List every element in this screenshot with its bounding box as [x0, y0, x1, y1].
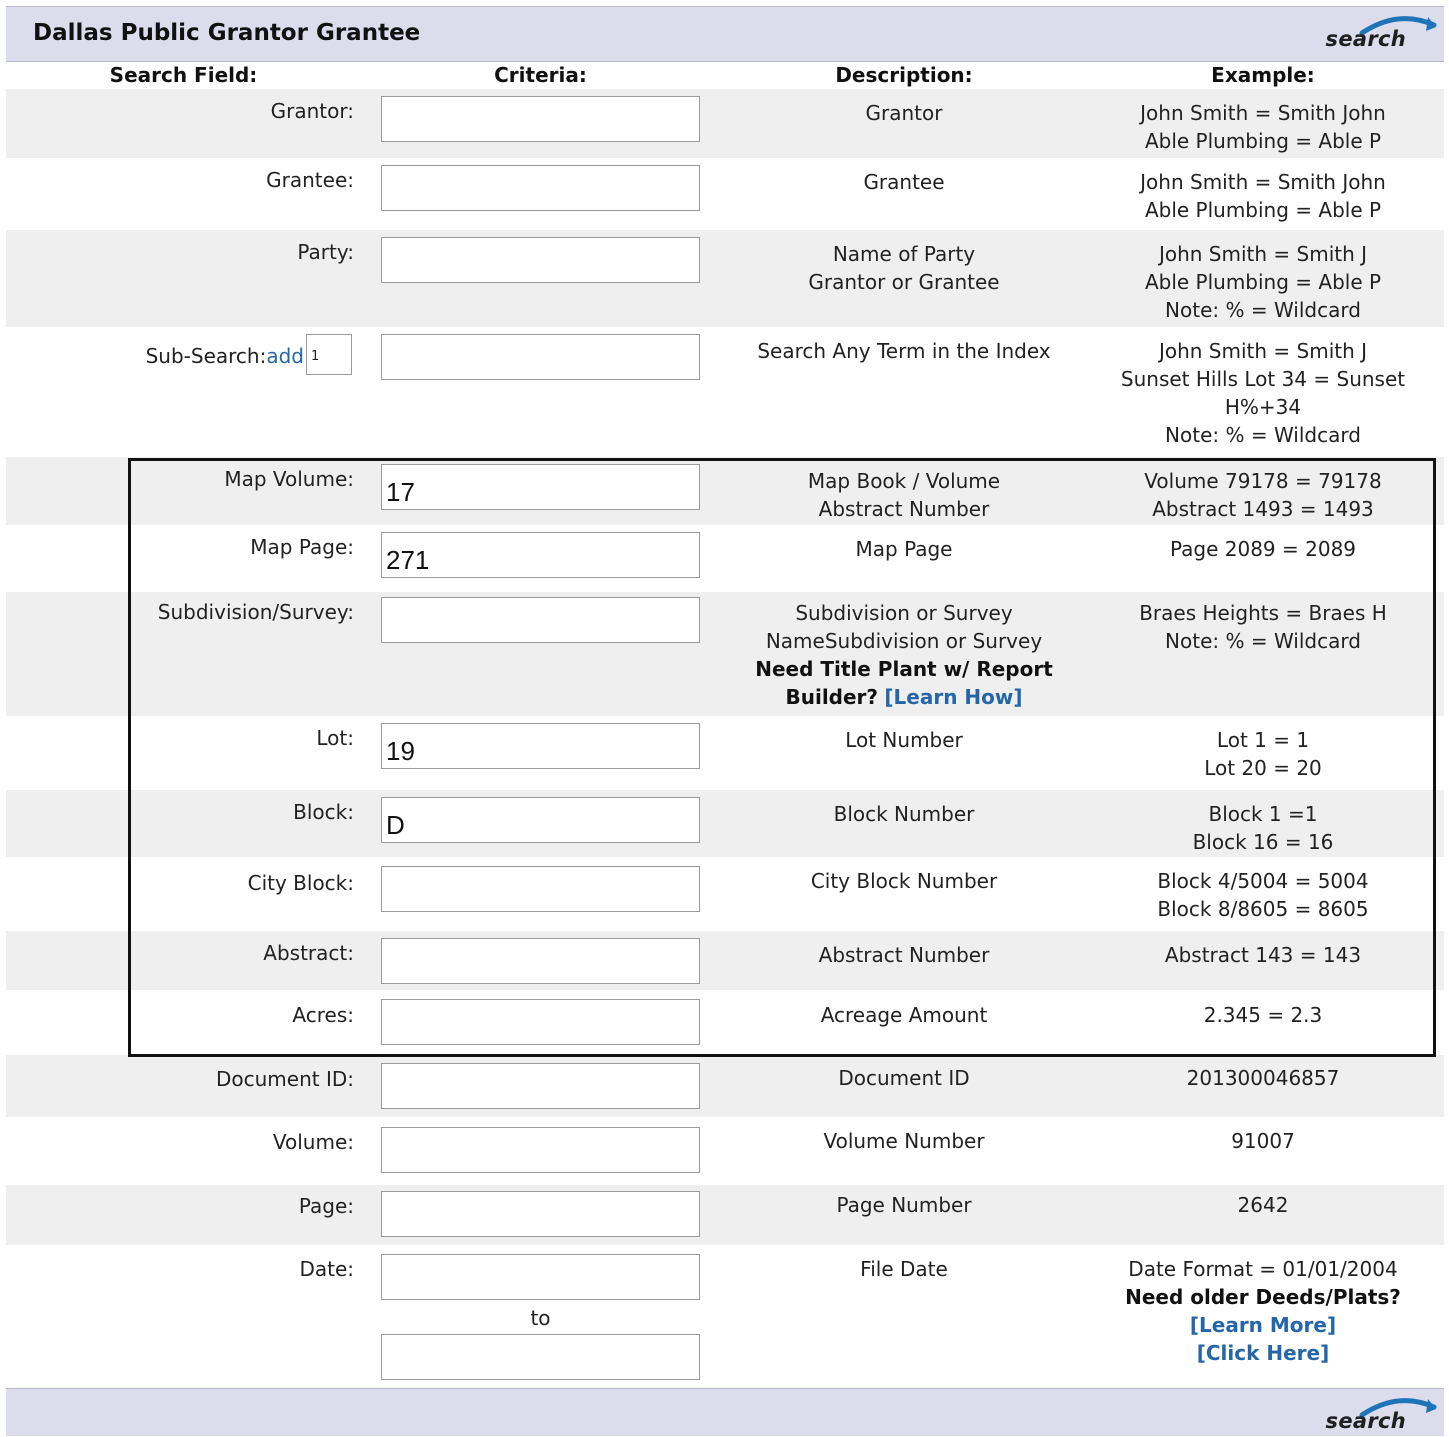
search-button-top[interactable]: search	[1308, 9, 1438, 55]
subdivision-input[interactable]	[381, 597, 700, 643]
grantee-input[interactable]	[381, 165, 700, 211]
lot-label: Lot:	[316, 726, 354, 750]
city-block-description: City Block Number	[810, 869, 998, 893]
date-to-input[interactable]	[381, 1334, 700, 1380]
grantor-input[interactable]	[381, 96, 700, 142]
date-description: File Date	[860, 1257, 948, 1281]
document-id-example: 201300046857	[1186, 1066, 1340, 1090]
city-block-example: Block 4/5004 = 5004 Block 8/8605 = 8605	[1157, 869, 1369, 921]
row-grantee: Grantee: Grantee John Smith = Smith John…	[6, 158, 1444, 230]
search-label: search	[1325, 27, 1406, 51]
grantor-label: Grantor:	[270, 99, 354, 123]
page-example: 2642	[1237, 1193, 1289, 1217]
footer-bar: search	[6, 1388, 1444, 1436]
party-description: Name of Party Grantor or Grantee	[808, 242, 1000, 294]
map-page-input[interactable]	[381, 532, 700, 578]
map-page-example: Page 2089 = 2089	[1169, 537, 1357, 561]
subdivision-example: Braes Heights = Braes H Note: % = Wildcar…	[1139, 601, 1387, 653]
subsearch-input[interactable]	[381, 334, 700, 380]
page-description: Page Number	[836, 1193, 972, 1217]
block-input[interactable]	[381, 797, 700, 843]
abstract-example: Abstract 143 = 143	[1164, 943, 1362, 967]
row-map-page: Map Page: Map Page Page 2089 = 2089	[6, 525, 1444, 592]
map-page-description: Map Page	[855, 537, 953, 561]
lot-input[interactable]	[381, 723, 700, 769]
col-search-field: Search Field:	[109, 63, 258, 87]
search-label: search	[1325, 1409, 1406, 1433]
acres-input[interactable]	[381, 999, 700, 1045]
volume-input[interactable]	[381, 1127, 700, 1173]
learn-more-link[interactable]: [Learn More]	[1190, 1313, 1336, 1337]
grantee-label: Grantee:	[266, 168, 354, 192]
row-subsearch: Sub-Search:add 1 Search Any Term in the …	[6, 327, 1444, 457]
page-title: Dallas Public Grantor Grantee	[33, 20, 421, 46]
date-to-label: to	[530, 1306, 551, 1330]
abstract-input[interactable]	[381, 938, 700, 984]
learn-how-link[interactable]: [Learn How]	[884, 685, 1022, 709]
acres-example: 2.345 = 2.3	[1203, 1003, 1323, 1027]
map-page-label: Map Page:	[250, 535, 354, 559]
grantor-description: Grantor	[865, 101, 943, 125]
city-block-input[interactable]	[381, 866, 700, 912]
subdivision-label: Subdivision/Survey:	[157, 600, 354, 624]
lot-description: Lot Number	[845, 728, 963, 752]
grantor-example: John Smith = Smith John Able Plumbing = A…	[1140, 101, 1386, 153]
page-label: Page:	[298, 1194, 354, 1218]
row-party: Party: Name of Party Grantor or Grantee J…	[6, 230, 1444, 327]
row-abstract: Abstract: Abstract Number Abstract 143 =…	[6, 931, 1444, 990]
search-button-bottom[interactable]: search	[1308, 1391, 1438, 1437]
date-example: Date Format = 01/01/2004 Need older Deed…	[1125, 1257, 1401, 1365]
map-volume-description: Map Book / Volume Abstract Number	[807, 469, 1001, 521]
city-block-label: City Block:	[247, 871, 354, 895]
col-criteria: Criteria:	[494, 63, 587, 87]
volume-description: Volume Number	[823, 1129, 985, 1153]
document-id-input[interactable]	[381, 1063, 700, 1109]
date-label: Date:	[299, 1257, 354, 1281]
row-subdivision: Subdivision/Survey: Subdivision or Surve…	[6, 592, 1444, 716]
acres-description: Acreage Amount	[820, 1003, 988, 1027]
col-example: Example:	[1211, 63, 1315, 87]
row-acres: Acres: Acreage Amount 2.345 = 2.3	[6, 990, 1444, 1055]
subsearch-count-field[interactable]: 1	[306, 334, 352, 375]
lot-example: Lot 1 = 1 Lot 20 = 20	[1204, 728, 1322, 780]
col-description: Description:	[835, 63, 973, 87]
document-id-description: Document ID	[838, 1066, 970, 1090]
map-volume-label: Map Volume:	[224, 467, 354, 491]
row-block: Block: Block Number Block 1 =1Block 16 =…	[6, 790, 1444, 857]
row-city-block: City Block: City Block Number Block 4/50…	[6, 857, 1444, 931]
subsearch-description: Search Any Term in the Index	[757, 339, 1051, 363]
acres-label: Acres:	[292, 1003, 354, 1027]
block-label: Block:	[293, 800, 354, 824]
click-here-link[interactable]: [Click Here]	[1197, 1341, 1330, 1365]
block-description: Block Number	[833, 802, 975, 826]
row-document-id: Document ID: Document ID 201300046857	[6, 1055, 1444, 1117]
row-map-volume: Map Volume: Map Book / VolumeAbstract Nu…	[6, 457, 1444, 525]
add-subsearch-link[interactable]: add	[266, 344, 304, 368]
party-label: Party:	[297, 240, 354, 264]
subdivision-description: Subdivision or Survey NameSubdivision or…	[755, 601, 1053, 709]
date-from-input[interactable]	[381, 1254, 700, 1300]
abstract-description: Abstract Number	[818, 943, 990, 967]
row-date: Date: to File Date Date Format = 01/01/2…	[6, 1245, 1444, 1387]
volume-example: 91007	[1231, 1129, 1295, 1153]
abstract-label: Abstract:	[263, 941, 354, 965]
document-id-label: Document ID:	[215, 1067, 354, 1091]
grantee-description: Grantee	[863, 170, 945, 194]
map-volume-input[interactable]	[381, 464, 700, 510]
column-headers: Search Field: Criteria: Description: Exa…	[6, 61, 1444, 90]
row-grantor: Grantor: Grantor John Smith = Smith John…	[6, 89, 1444, 158]
party-input[interactable]	[381, 237, 700, 283]
row-lot: Lot: Lot Number Lot 1 = 1Lot 20 = 20	[6, 716, 1444, 790]
volume-label: Volume:	[272, 1130, 354, 1154]
row-page: Page: Page Number 2642	[6, 1185, 1444, 1245]
row-volume: Volume: Volume Number 91007	[6, 1117, 1444, 1185]
subsearch-example: John Smith = Smith J Sunset Hills Lot 34 …	[1120, 339, 1406, 447]
subsearch-label: Sub-Search:add	[145, 344, 304, 368]
party-example: John Smith = Smith J Able Plumbing = Able…	[1144, 242, 1382, 322]
grantee-example: John Smith = Smith John Able Plumbing = A…	[1140, 170, 1386, 222]
block-example: Block 1 =1 Block 16 = 16	[1192, 802, 1334, 854]
map-volume-example: Volume 79178 = 79178 Abstract 1493 = 1493	[1144, 469, 1382, 521]
header-bar: Dallas Public Grantor Grantee search	[6, 6, 1444, 62]
page-input[interactable]	[381, 1191, 700, 1237]
